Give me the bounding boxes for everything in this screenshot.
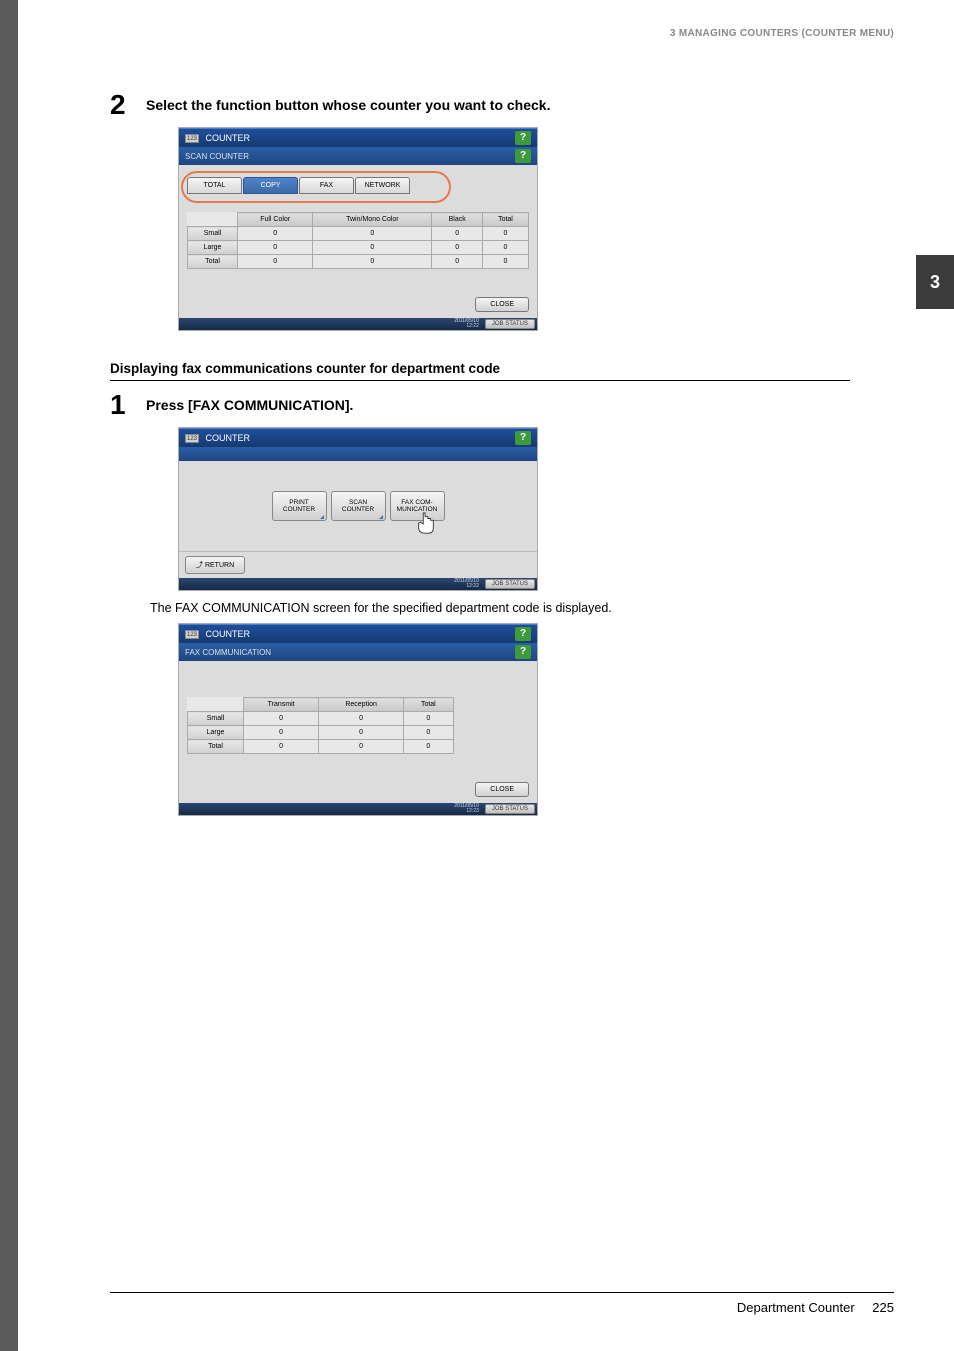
- job-status-button[interactable]: JOB STATUS: [485, 804, 535, 814]
- job-status-button[interactable]: JOB STATUS: [485, 319, 535, 329]
- table-row: Small 0 0 0 0: [188, 227, 529, 241]
- row-label: Small: [188, 712, 244, 726]
- col-total: Total: [482, 213, 528, 227]
- cell: 0: [403, 712, 453, 726]
- timestamp: 2011/05/10 12:22: [454, 579, 479, 589]
- help-icon[interactable]: ?: [515, 431, 531, 445]
- btn-label: PRINT COUNTER: [283, 499, 315, 513]
- screen-subtitle: FAX COMMUNICATION: [185, 648, 271, 657]
- pointer-cursor-icon: [415, 511, 437, 537]
- return-button[interactable]: ⤴ RETURN: [185, 556, 245, 574]
- cell: 0: [482, 255, 528, 269]
- print-counter-button[interactable]: PRINT COUNTER: [272, 491, 327, 521]
- cell: 0: [403, 726, 453, 740]
- cell: 0: [482, 227, 528, 241]
- help-icon[interactable]: ?: [515, 131, 531, 145]
- step-1-number: 1: [110, 391, 146, 419]
- table-row: Large 0 0 0: [188, 726, 454, 740]
- row-label: Total: [188, 740, 244, 754]
- step-2-text: Select the function button whose counter…: [146, 95, 550, 113]
- table-row: Total 0 0 0: [188, 740, 454, 754]
- timestamp: 2011/05/10 12:23: [454, 804, 479, 814]
- cell: 0: [244, 712, 319, 726]
- chevron-icon: [379, 515, 383, 519]
- table-row: Small 0 0 0: [188, 712, 454, 726]
- help-icon[interactable]: ?: [515, 627, 531, 641]
- section-heading: Displaying fax communications counter fo…: [110, 361, 850, 381]
- body-text: The FAX COMMUNICATION screen for the spe…: [150, 601, 850, 615]
- footer-section: Department Counter: [737, 1300, 855, 1315]
- function-tabs: TOTAL COPY FAX NETWORK: [187, 177, 529, 194]
- cell: 0: [313, 255, 432, 269]
- tab-fax[interactable]: FAX: [299, 177, 354, 194]
- step-2-number: 2: [110, 91, 146, 119]
- job-status-button[interactable]: JOB STATUS: [485, 579, 535, 589]
- screen-title: 123 COUNTER: [185, 133, 250, 143]
- col-black: Black: [432, 213, 483, 227]
- page-header: 3 MANAGING COUNTERS (COUNTER MENU): [670, 28, 894, 39]
- timestamp: 2011/05/10 12:22: [454, 319, 479, 329]
- chapter-tab: 3: [916, 255, 954, 309]
- cell: 0: [238, 255, 313, 269]
- cell: 0: [319, 712, 404, 726]
- counter-icon: 123: [185, 630, 199, 639]
- left-margin-bar: [0, 0, 18, 1351]
- col-total: Total: [403, 698, 453, 712]
- table-row: Total 0 0 0 0: [188, 255, 529, 269]
- help-icon-sub[interactable]: ?: [515, 149, 531, 163]
- row-label: Total: [188, 255, 238, 269]
- title-text: COUNTER: [206, 133, 251, 143]
- counter-select-screen: 123 COUNTER ? PRINT COUNTER SCAN COUNTER…: [178, 427, 538, 591]
- return-arrow-icon: ⤴: [196, 562, 205, 569]
- cell: 0: [244, 740, 319, 754]
- cell: 0: [238, 241, 313, 255]
- step-2: 2 Select the function button whose count…: [110, 95, 850, 119]
- cell: 0: [319, 740, 404, 754]
- close-button[interactable]: CLOSE: [475, 297, 529, 312]
- title-text: COUNTER: [206, 433, 251, 443]
- row-label: Large: [188, 726, 244, 740]
- btn-label: SCAN COUNTER: [342, 499, 374, 513]
- screen-title: 123 COUNTER: [185, 629, 250, 639]
- row-label: Large: [188, 241, 238, 255]
- fax-communication-screen: 123 COUNTER ? FAX COMMUNICATION ? Transm…: [178, 623, 538, 816]
- close-button[interactable]: CLOSE: [475, 782, 529, 797]
- page-footer: Department Counter 225: [737, 1300, 894, 1315]
- table-row: Large 0 0 0 0: [188, 241, 529, 255]
- tab-copy[interactable]: COPY: [243, 177, 298, 194]
- cell: 0: [432, 255, 483, 269]
- col-fullcolor: Full Color: [238, 213, 313, 227]
- screen-subtitle: SCAN COUNTER: [185, 152, 249, 161]
- screen-title: 123 COUNTER: [185, 433, 250, 443]
- cell: 0: [313, 227, 432, 241]
- col-transmit: Transmit: [244, 698, 319, 712]
- scan-counter-button[interactable]: SCAN COUNTER: [331, 491, 386, 521]
- col-twinmono: Twin/Mono Color: [313, 213, 432, 227]
- title-text: COUNTER: [206, 629, 251, 639]
- cell: 0: [244, 726, 319, 740]
- cell: 0: [238, 227, 313, 241]
- cell: 0: [403, 740, 453, 754]
- cell: 0: [319, 726, 404, 740]
- fax-com-table: Transmit Reception Total Small 0 0 0 Lar…: [187, 697, 454, 754]
- row-label: Small: [188, 227, 238, 241]
- step-1-text: Press [FAX COMMUNICATION].: [146, 395, 353, 413]
- counter-icon: 123: [185, 134, 199, 143]
- cell: 0: [432, 227, 483, 241]
- step-1: 1 Press [FAX COMMUNICATION].: [110, 395, 850, 419]
- cell: 0: [432, 241, 483, 255]
- scan-counter-screen: 123 COUNTER ? SCAN COUNTER ? TOTAL COPY …: [178, 127, 538, 331]
- return-label: RETURN: [205, 562, 234, 569]
- col-reception: Reception: [319, 698, 404, 712]
- cell: 0: [313, 241, 432, 255]
- tab-total[interactable]: TOTAL: [187, 177, 242, 194]
- chevron-icon: [320, 515, 324, 519]
- footer-page-number: 225: [872, 1300, 894, 1315]
- tab-network[interactable]: NETWORK: [355, 177, 410, 194]
- footer-rule: [110, 1292, 894, 1293]
- counter-icon: 123: [185, 434, 199, 443]
- help-icon-sub[interactable]: ?: [515, 645, 531, 659]
- cell: 0: [482, 241, 528, 255]
- scan-counter-table: Full Color Twin/Mono Color Black Total S…: [187, 212, 529, 269]
